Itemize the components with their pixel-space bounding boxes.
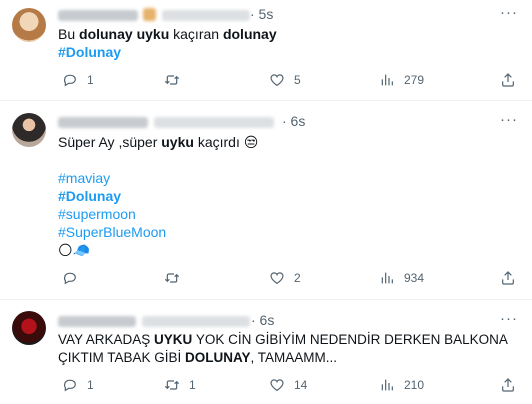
retweet-icon (164, 380, 180, 390)
views-icon (381, 74, 393, 86)
heart-icon (270, 379, 284, 392)
text-bold: dolunay uyku (79, 26, 170, 42)
views-count: 934 (404, 271, 425, 285)
reply-button[interactable]: 1 (62, 377, 94, 393)
tweet-actions: 1 1 14 210 (0, 377, 532, 397)
tweet-actions: 1 5 279 (0, 72, 532, 92)
avatar[interactable] (12, 113, 46, 147)
text-line: ÇIKTIM TABAK GİBİ DOLUNAY, TAMAAMM... (58, 349, 508, 367)
tweet-time[interactable]: · 6s (251, 312, 274, 328)
retweet-button[interactable] (164, 72, 189, 88)
text-part: , TAMAAMM... (250, 350, 338, 365)
more-icon[interactable]: ··· (500, 310, 518, 327)
tweet-time[interactable]: · 6s (282, 113, 305, 129)
text-part: Süper Ay ,süper (58, 134, 162, 150)
text-bold: dolunay (222, 26, 277, 42)
like-count: 2 (294, 271, 301, 285)
emoji-line: 🌕🧢 (58, 242, 91, 258)
reply-icon (63, 379, 76, 392)
retweet-count: 1 (189, 378, 196, 392)
retweet-button[interactable]: 1 (164, 377, 196, 393)
retweet-button[interactable] (164, 270, 189, 286)
tweet-text: Bu dolunay uyku kaçıran dolunay #Dolunay (58, 25, 277, 61)
tweet-time[interactable]: · 5s (250, 6, 273, 22)
like-button[interactable]: 14 (269, 377, 307, 393)
reply-icon (63, 272, 76, 285)
like-button[interactable]: 2 (269, 270, 301, 286)
like-count: 5 (294, 73, 301, 87)
retweet-icon (164, 273, 180, 283)
more-icon[interactable]: ··· (500, 4, 518, 21)
like-count: 14 (294, 378, 308, 392)
text-part: YOK CİN GİBİYİM NEDENDİR DERKEN BALKONA (192, 332, 508, 347)
avatar[interactable] (12, 311, 46, 345)
author-handle[interactable] (154, 117, 274, 128)
text-line: VAY ARKADAŞ UYKU YOK CİN GİBİYİM NEDENDİ… (58, 331, 508, 349)
heart-icon (270, 272, 284, 285)
text-bold: UYKU (154, 332, 193, 347)
author-emoji (143, 8, 156, 21)
views-icon (381, 379, 393, 391)
author-name[interactable] (58, 316, 136, 327)
views-icon (381, 272, 393, 284)
share-button[interactable] (500, 377, 516, 398)
like-button[interactable]: 5 (269, 72, 301, 88)
views-button[interactable]: 279 (379, 72, 424, 88)
views-count: 279 (404, 73, 425, 87)
views-button[interactable]: 210 (379, 377, 424, 393)
text-part: Bu (58, 26, 80, 42)
author-name[interactable] (58, 10, 138, 21)
text-bold: DOLUNAY (185, 350, 251, 365)
tweet-1[interactable]: · 5s ··· Bu dolunay uyku kaçıran dolunay… (0, 0, 532, 98)
author-handle[interactable] (142, 316, 250, 327)
reply-icon (63, 74, 76, 87)
share-icon (502, 73, 514, 87)
retweet-icon (164, 75, 180, 85)
text-part: ÇIKTIM TABAK GİBİ (58, 350, 186, 365)
hashtag-link[interactable]: #Dolunay (58, 187, 166, 205)
views-count: 210 (404, 378, 425, 392)
share-icon (502, 378, 514, 392)
hashtag-link[interactable]: #SuperBlueMoon (58, 223, 166, 241)
hashtag-link[interactable]: #Dolunay (58, 43, 277, 61)
reply-count: 1 (87, 73, 94, 87)
text-part: kaçıran (169, 26, 223, 42)
heart-icon (270, 74, 284, 87)
tweet-actions: 2 934 (0, 270, 532, 290)
tweet-2[interactable]: · 6s ··· Süper Ay ,süper uyku kaçırdı 😒 … (0, 101, 532, 297)
hashtag-link[interactable]: #maviay (58, 169, 166, 187)
author-handle[interactable] (162, 10, 250, 21)
reply-button[interactable] (62, 270, 87, 286)
share-button[interactable] (500, 270, 516, 291)
share-icon (502, 271, 514, 285)
tweet-text: Süper Ay ,süper uyku kaçırdı 😒 (58, 133, 258, 151)
text-part: kaçırdı 😒 (193, 134, 259, 150)
text-bold: uyku (161, 134, 194, 150)
avatar[interactable] (12, 8, 46, 42)
hashtag-link[interactable]: #supermoon (58, 205, 166, 223)
reply-count: 1 (87, 378, 94, 392)
reply-button[interactable]: 1 (62, 72, 94, 88)
author-name[interactable] (58, 117, 148, 128)
views-button[interactable]: 934 (379, 270, 424, 286)
share-button[interactable] (500, 72, 516, 93)
hashtag-list: #maviay #Dolunay #supermoon #SuperBlueMo… (58, 169, 166, 259)
tweet-text: VAY ARKADAŞ UYKU YOK CİN GİBİYİM NEDENDİ… (58, 331, 508, 367)
tweet-3[interactable]: · 6s ··· VAY ARKADAŞ UYKU YOK CİN GİBİYİ… (0, 300, 532, 404)
more-icon[interactable]: ··· (500, 111, 518, 128)
text-part: VAY ARKADAŞ (58, 332, 155, 347)
